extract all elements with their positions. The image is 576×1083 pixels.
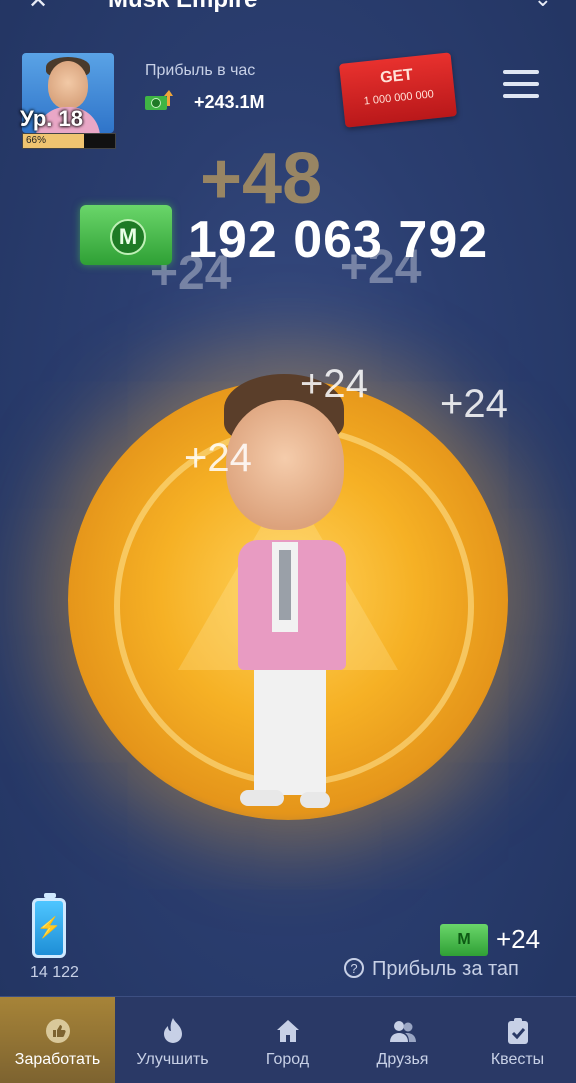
nav-label: Друзья	[376, 1051, 429, 1068]
tap-profit-label: Прибыль за тап	[372, 958, 519, 980]
app-title: Musk Empire	[108, 0, 257, 14]
nav-label: Квесты	[490, 1051, 545, 1068]
nav-earn[interactable]: Заработать	[0, 997, 115, 1083]
battery-icon: ⚡	[32, 893, 66, 958]
clipboard-check-icon	[504, 1017, 532, 1045]
chevron-down-icon[interactable]: ⌄	[534, 0, 552, 12]
nav-label: Улучшить	[136, 1051, 209, 1068]
bottom-nav: Заработать Улучшить Город Друзья Квесты	[0, 996, 576, 1083]
level-label: Ур. 18	[20, 106, 83, 131]
energy-value: 14 122	[30, 964, 79, 981]
back-arrow-icon[interactable]: ✕	[28, 0, 48, 15]
floating-tap: +24	[300, 362, 368, 406]
profit-per-hour-label: Прибыль в час	[145, 62, 256, 79]
nav-upgrade[interactable]: Улучшить	[115, 997, 230, 1083]
floating-tap: +24	[184, 436, 252, 480]
money-icon: M	[80, 205, 172, 265]
nav-label: Заработать	[14, 1051, 101, 1068]
level-progress-percent: 66%	[26, 135, 47, 146]
level-progress-bar: 66%	[22, 133, 116, 149]
home-icon	[274, 1017, 302, 1045]
avatar-face	[48, 61, 88, 109]
hamburger-menu-icon[interactable]	[503, 70, 539, 98]
top-bar: ✕ Musk Empire ⌄	[0, 0, 576, 16]
floating-tap: +24	[440, 382, 508, 426]
flame-icon	[159, 1017, 187, 1045]
balance-value: 192 063 792	[188, 211, 489, 269]
profit-per-hour-value: +243.1M	[194, 92, 265, 112]
nav-city[interactable]: Город	[230, 997, 345, 1083]
floating-tap-big: +48	[200, 139, 323, 219]
nav-quests[interactable]: Квесты	[460, 997, 575, 1083]
money-icon: M	[440, 924, 488, 956]
thumbs-up-icon	[44, 1017, 72, 1045]
money-up-icon	[145, 90, 173, 110]
tap-profit-value: +24	[496, 924, 541, 954]
nav-friends[interactable]: Друзья	[345, 997, 460, 1083]
promo-ticket-button[interactable]: GET 1 000 000 000	[338, 52, 458, 128]
users-icon	[389, 1017, 417, 1045]
nav-label: Город	[265, 1051, 310, 1068]
help-icon[interactable]: ?	[344, 958, 364, 978]
